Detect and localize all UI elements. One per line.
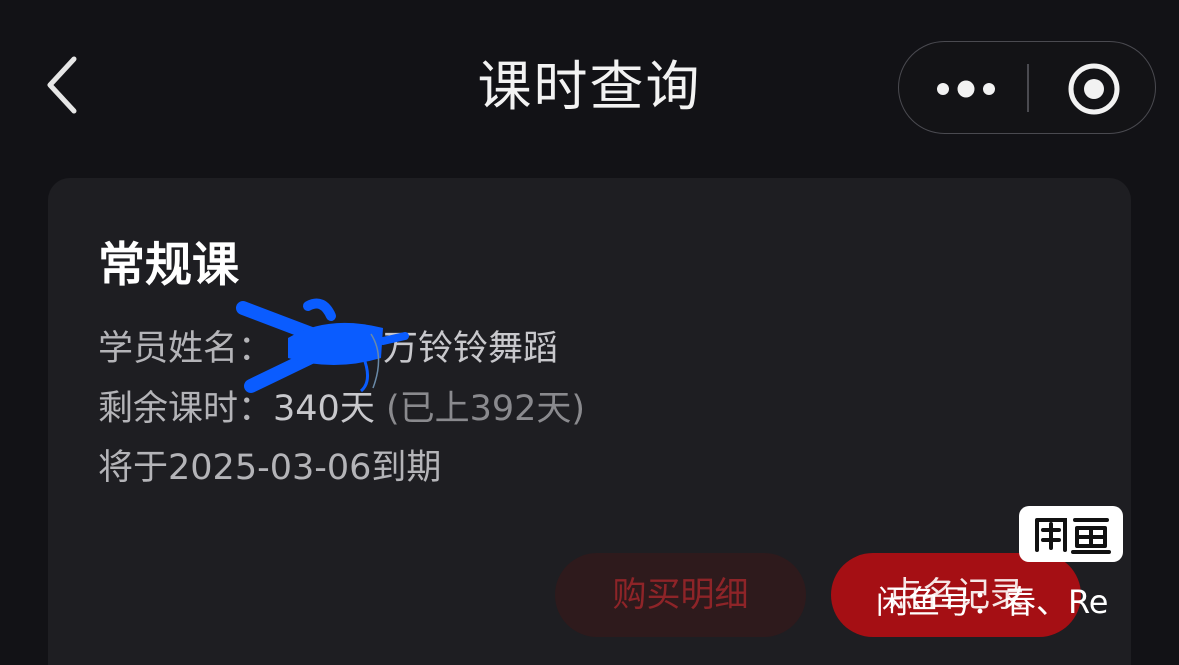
purchase-details-button[interactable]: 购买明细 bbox=[555, 553, 806, 637]
course-name: 常规课 bbox=[98, 238, 239, 293]
watermark-text: 闲鱼号：春、Re bbox=[876, 583, 1109, 621]
redaction-scribble bbox=[236, 298, 409, 393]
more-button[interactable] bbox=[899, 42, 1027, 132]
expiry-prefix: 将于 bbox=[98, 448, 169, 488]
close-button[interactable] bbox=[1029, 42, 1155, 132]
more-dots-icon bbox=[937, 80, 995, 98]
mini-program-capsule bbox=[898, 41, 1156, 134]
expiry-date: 2025-03-06 bbox=[168, 448, 372, 488]
expiry-suffix: 到期 bbox=[371, 448, 442, 488]
course-hours-page: 课时查询 常规课 学员姓名：万铃铃舞蹈 剩余课时：340天 (已上392天) bbox=[0, 0, 1179, 665]
xianyu-logo-icon bbox=[1035, 518, 1111, 554]
expiry-row: 将于2025-03-06到期 bbox=[98, 444, 441, 492]
target-circle-icon bbox=[1068, 63, 1120, 115]
watermark-logo bbox=[1019, 506, 1123, 562]
